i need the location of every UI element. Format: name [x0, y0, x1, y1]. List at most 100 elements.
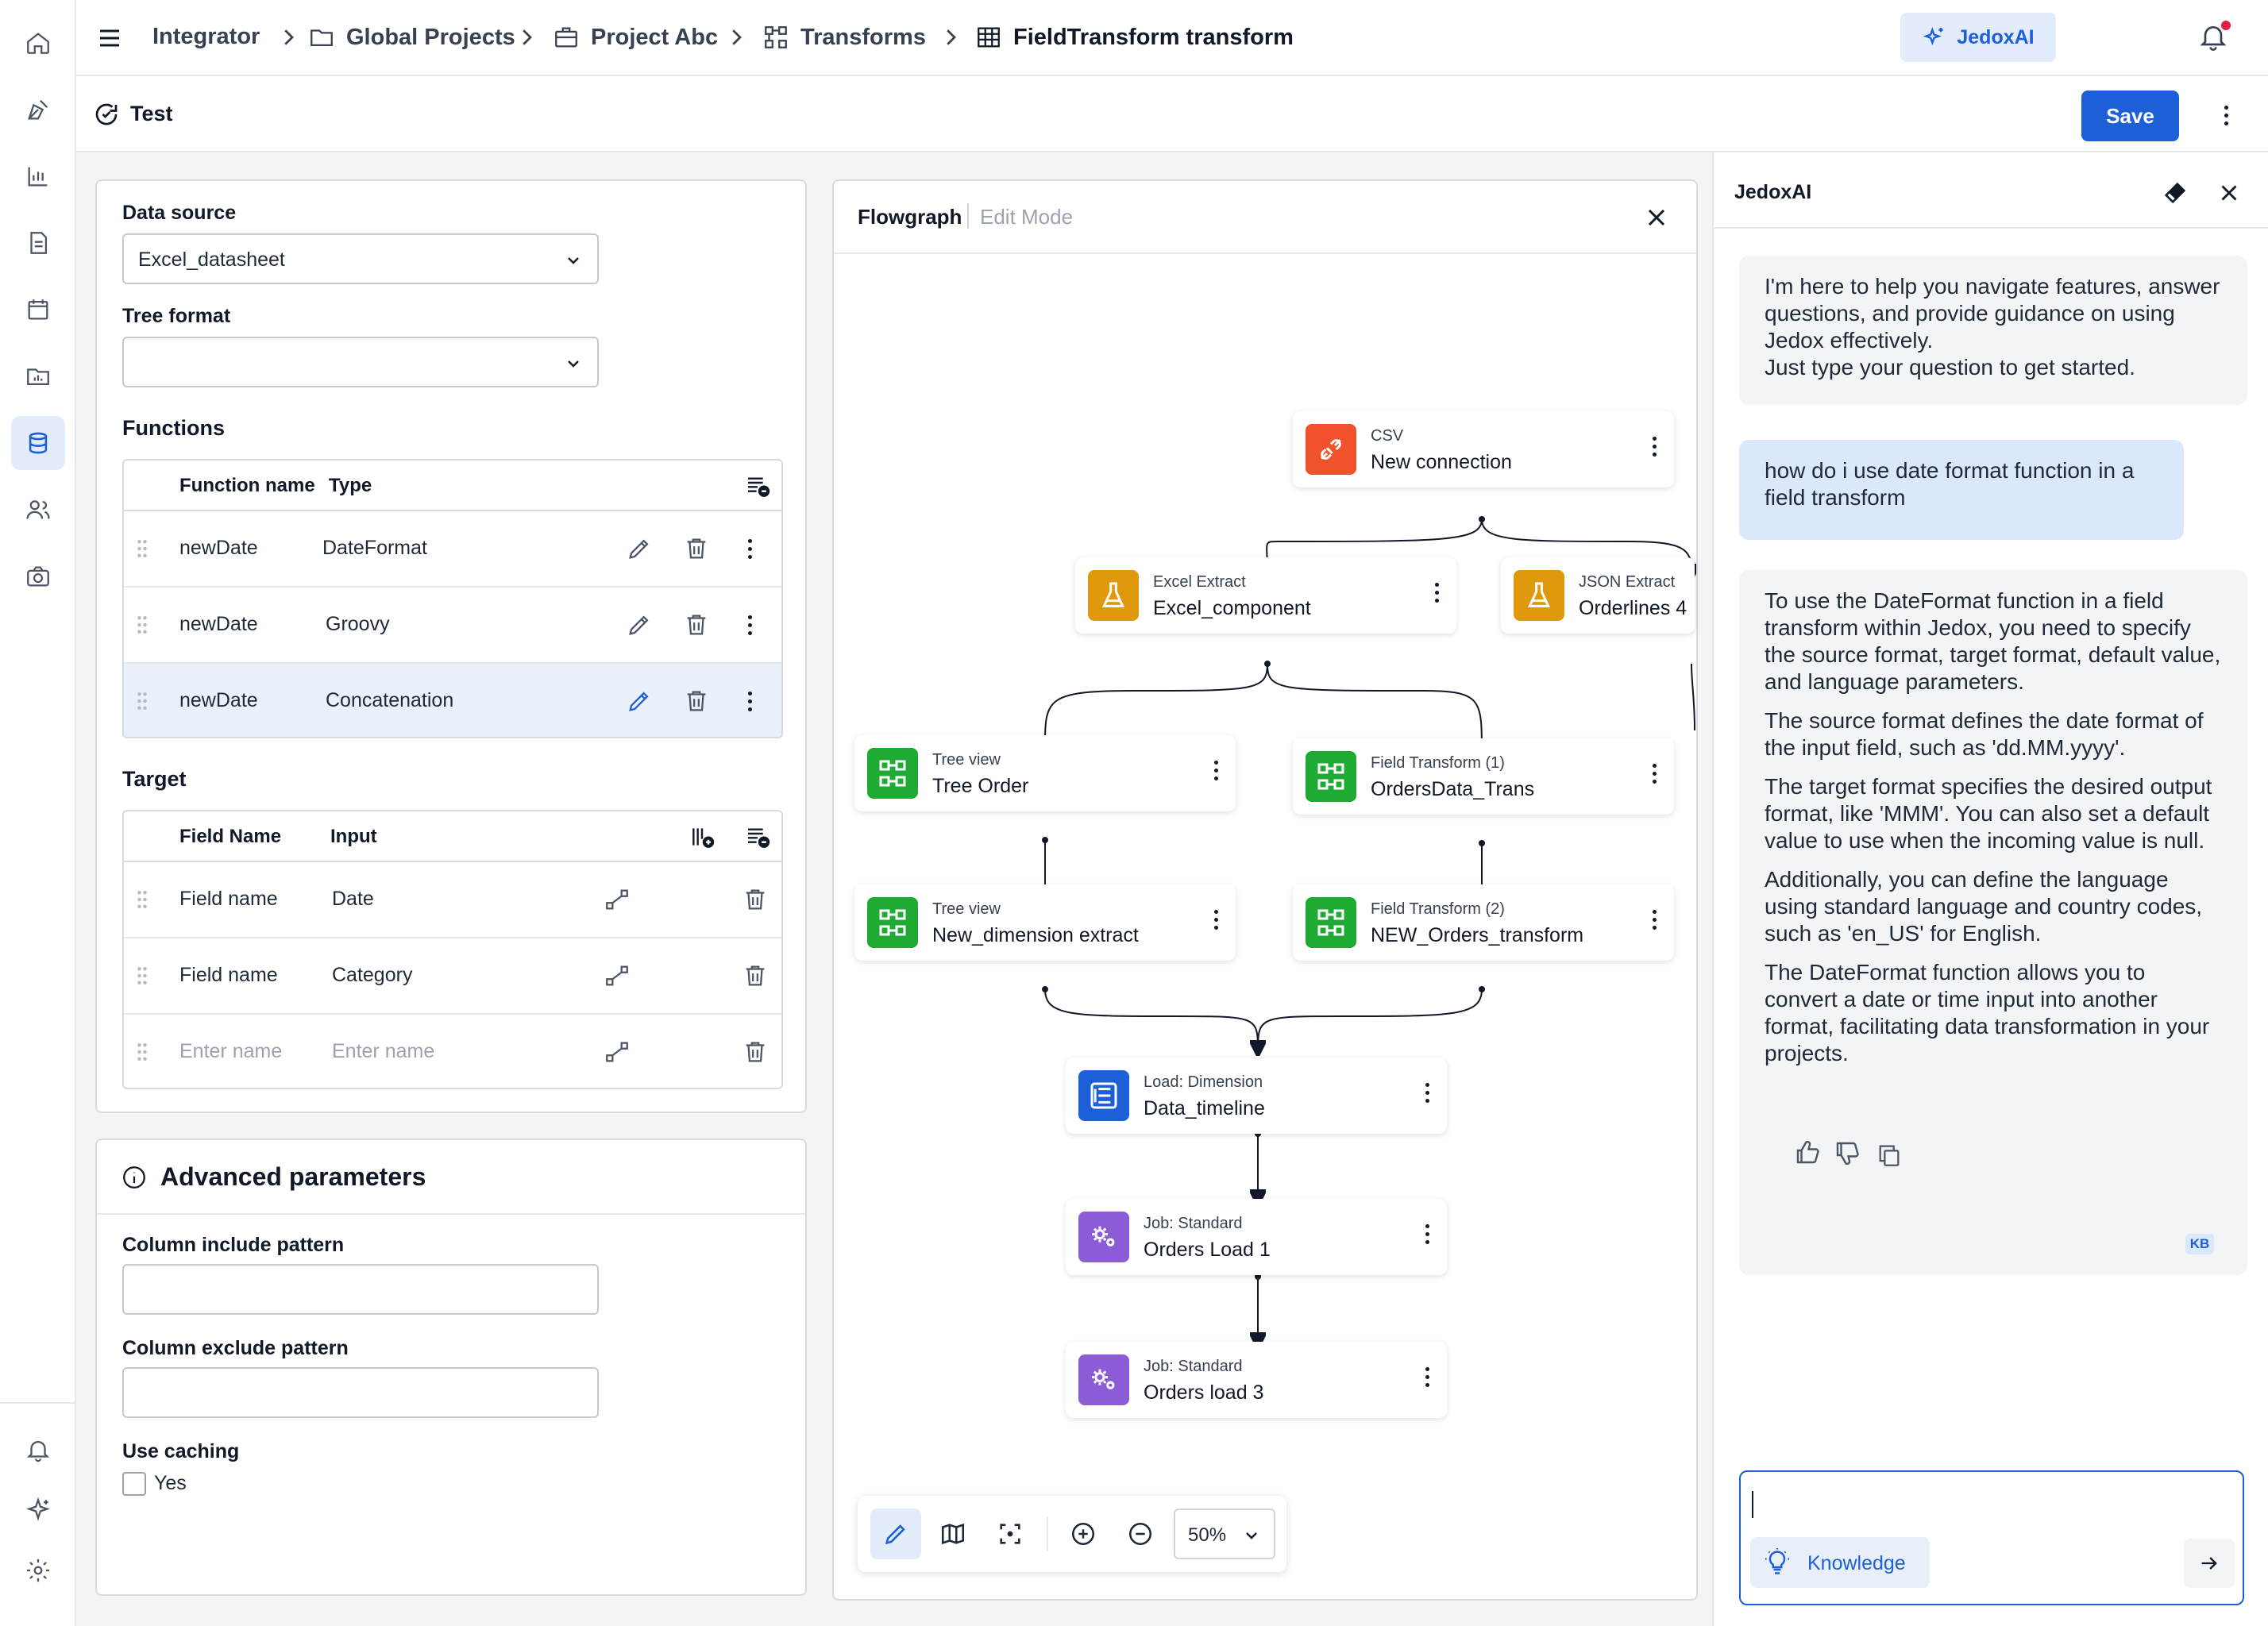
advanced-parameters-header[interactable]: Advanced parameters — [97, 1140, 805, 1215]
fit-to-screen-icon[interactable] — [985, 1508, 1036, 1559]
bell-icon[interactable] — [11, 1423, 65, 1477]
row-more-icon[interactable] — [742, 689, 758, 713]
node-more-icon[interactable] — [1653, 437, 1657, 457]
row-more-icon[interactable] — [742, 537, 758, 561]
edit-pencil-icon[interactable] — [626, 688, 653, 715]
database-icon[interactable] — [11, 416, 65, 470]
target-field-name-cell[interactable]: Field name — [179, 964, 278, 987]
function-row[interactable]: newDate DateFormat — [124, 511, 781, 588]
users-icon[interactable] — [11, 483, 65, 537]
column-include-input[interactable] — [122, 1264, 599, 1315]
minimap-icon[interactable] — [928, 1508, 978, 1559]
drag-handle-icon[interactable] — [137, 889, 148, 910]
thumbs-up-icon[interactable] — [1793, 1139, 1822, 1167]
edit-pencil-icon[interactable] — [626, 611, 653, 638]
drag-handle-icon[interactable] — [137, 965, 148, 986]
bar-chart-icon[interactable] — [11, 149, 65, 203]
function-row-selected[interactable]: newDate Concatenation — [124, 664, 781, 737]
save-button[interactable]: Save — [2081, 91, 2179, 141]
breadcrumb-global-projects[interactable]: Global Projects — [308, 24, 515, 51]
clear-brush-icon[interactable] — [2162, 179, 2189, 206]
edit-mode-pencil-icon[interactable] — [870, 1508, 921, 1559]
remove-columns-icon[interactable] — [745, 824, 770, 850]
zoom-level-select[interactable]: 50% — [1174, 1508, 1275, 1559]
sparkle-icon[interactable] — [11, 1483, 65, 1537]
node-more-icon[interactable] — [1653, 764, 1657, 784]
flow-node-field-transform-1[interactable]: Field Transform (1) OrdersData_Trans — [1293, 738, 1674, 815]
edit-pencil-icon[interactable] — [626, 535, 653, 562]
add-column-icon[interactable] — [689, 824, 715, 850]
node-more-icon[interactable] — [1214, 910, 1218, 930]
close-icon[interactable] — [2216, 179, 2243, 206]
flow-node-csv[interactable]: CSV New connection — [1293, 411, 1674, 487]
target-row[interactable]: Field name Category — [124, 938, 781, 1015]
report-icon[interactable] — [11, 216, 65, 270]
copy-icon[interactable] — [1876, 1142, 1903, 1169]
breadcrumb-integrator[interactable]: Integrator — [152, 24, 260, 50]
breadcrumb-transforms[interactable]: Transforms — [762, 24, 926, 51]
new-input-field[interactable]: Enter name — [332, 1040, 434, 1063]
home-icon[interactable] — [11, 16, 65, 70]
knowledge-toggle-button[interactable]: Knowledge — [1750, 1537, 1930, 1588]
folder-chart-icon[interactable] — [11, 349, 65, 403]
node-more-icon[interactable] — [1425, 1083, 1429, 1103]
drag-handle-icon[interactable] — [137, 615, 148, 635]
tree-format-select[interactable] — [122, 337, 599, 387]
flow-node-load-dimension[interactable]: Load: Dimension Data_timeline — [1066, 1058, 1447, 1134]
knowledge-base-badge[interactable]: KB — [2185, 1234, 2214, 1254]
flow-node-job-3[interactable]: Job: Standard Orders load 3 — [1066, 1342, 1447, 1418]
more-options-icon[interactable] — [2214, 102, 2238, 129]
breadcrumb-project[interactable]: Project Abc — [553, 24, 718, 51]
chat-composer[interactable]: Knowledge — [1739, 1470, 2244, 1605]
function-row[interactable]: newDate Groovy — [124, 588, 781, 664]
delete-trash-icon[interactable] — [683, 535, 710, 562]
flow-node-field-transform-2[interactable]: Field Transform (2) NEW_Orders_transform — [1293, 884, 1674, 961]
node-more-icon[interactable] — [1214, 761, 1218, 780]
column-exclude-input[interactable] — [122, 1367, 599, 1418]
zoom-in-icon[interactable] — [1058, 1508, 1109, 1559]
delete-trash-icon[interactable] — [742, 1038, 769, 1065]
jedoxai-button[interactable]: JedoxAI — [1900, 13, 2056, 62]
link-mapping-icon[interactable] — [604, 962, 631, 989]
flow-node-json-extract[interactable]: JSON Extract Orderlines 4 — [1501, 557, 1695, 634]
flow-node-tree-view[interactable]: Tree view Tree Order — [854, 735, 1236, 811]
drag-handle-icon[interactable] — [137, 1042, 148, 1062]
test-run-icon[interactable] — [92, 100, 121, 129]
flow-node-job-1[interactable]: Job: Standard Orders Load 1 — [1066, 1199, 1447, 1275]
new-field-name-input[interactable]: Enter name — [179, 1040, 282, 1063]
link-mapping-icon[interactable] — [604, 886, 631, 913]
node-more-icon[interactable] — [1425, 1367, 1429, 1387]
flow-node-tree-view-2[interactable]: Tree view New_dimension extract — [854, 884, 1236, 961]
target-row-new[interactable]: Enter name Enter name — [124, 1015, 781, 1088]
camera-icon[interactable] — [11, 549, 65, 603]
pen-nib-icon[interactable] — [11, 83, 65, 137]
target-input-cell[interactable]: Category — [332, 964, 412, 987]
delete-trash-icon[interactable] — [742, 962, 769, 989]
send-button[interactable] — [2184, 1539, 2235, 1588]
remove-columns-icon[interactable] — [745, 473, 770, 499]
zoom-out-icon[interactable] — [1115, 1508, 1166, 1559]
node-more-icon[interactable] — [1425, 1224, 1429, 1244]
drag-handle-icon[interactable] — [137, 538, 148, 559]
data-source-select[interactable]: Excel_datasheet — [122, 233, 599, 284]
delete-trash-icon[interactable] — [683, 611, 710, 638]
link-mapping-icon[interactable] — [604, 1038, 631, 1065]
thumbs-down-icon[interactable] — [1833, 1139, 1861, 1167]
row-more-icon[interactable] — [742, 613, 758, 637]
table-icon — [978, 27, 1000, 48]
drag-handle-icon[interactable] — [137, 691, 148, 711]
node-more-icon[interactable] — [1435, 583, 1439, 603]
node-more-icon[interactable] — [1653, 910, 1657, 930]
delete-trash-icon[interactable] — [683, 688, 710, 715]
close-icon[interactable] — [1642, 203, 1671, 232]
hamburger-menu-icon[interactable] — [95, 24, 124, 52]
calendar-icon[interactable] — [11, 283, 65, 337]
use-caching-checkbox[interactable] — [122, 1472, 146, 1496]
flow-node-excel-extract[interactable]: Excel Extract Excel_component — [1075, 557, 1456, 634]
delete-trash-icon[interactable] — [742, 886, 769, 913]
target-input-cell[interactable]: Date — [332, 888, 374, 911]
user-message: how do i use date format function in a f… — [1739, 440, 2184, 540]
target-field-name-cell[interactable]: Field name — [179, 888, 278, 911]
target-row[interactable]: Field name Date — [124, 862, 781, 938]
gear-icon[interactable] — [11, 1543, 65, 1597]
